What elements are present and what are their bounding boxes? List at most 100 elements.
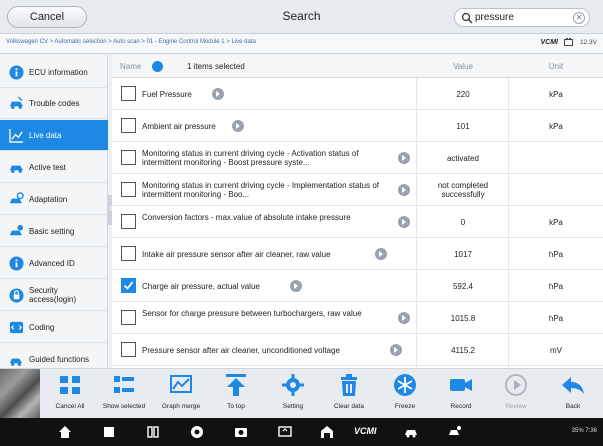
row-checkbox[interactable] [121,86,136,101]
parameter-unit: kPa [549,90,563,99]
row-checkbox-checked[interactable] [121,278,136,293]
parameter-info-icon[interactable] [290,280,302,292]
back-button[interactable]: Back [549,371,597,417]
sidebar-item-adaptation[interactable]: Adaptation [0,184,108,215]
info-icon [9,64,24,80]
battery-icon [564,38,573,46]
vci-logo: VCMI [540,38,559,46]
toolbar-label: To top [227,403,245,410]
clear-data-button[interactable]: Clear data [325,371,373,417]
recents-icon[interactable] [102,425,116,439]
top-bar: Cancel Search pressure ✕ [0,0,603,34]
table-row[interactable]: Intake air pressure sensor after air cle… [112,238,603,270]
sidebar-item-label: Guided functions [29,354,90,364]
chart-line-icon [9,128,24,143]
parameter-info-icon[interactable] [398,184,410,196]
parameter-name: Fuel Pressure [142,90,192,99]
table-row[interactable]: Fuel Pressure 220 kPa [112,78,603,110]
parameter-info-icon[interactable] [398,312,410,324]
cancel-all-button[interactable]: Cancel All [46,371,94,417]
parameter-value: 1017 [454,250,472,259]
column-header-value: Value [453,62,473,71]
sidebar-item-ecu-information[interactable]: ECU information [0,57,108,88]
row-checkbox[interactable] [121,310,136,325]
vci-nav-icon[interactable]: VCMI [354,426,382,440]
toolbar-label: Record [450,403,472,410]
show-selected-button[interactable]: Show selected [100,371,148,417]
sidebar-item-security-access[interactable]: Security access(login) [0,280,108,311]
sidebar-item-live-data[interactable]: Live data [0,120,108,151]
parameter-unit: hPa [548,282,564,291]
garage-home-icon[interactable] [320,425,334,439]
car-setting-icon [9,224,24,235]
voltage-readout: 12.3V [580,38,597,46]
table-row[interactable]: Conversion factors - max.value of absolu… [112,206,603,238]
sidebar-item-basic-setting[interactable]: Basic setting [0,216,108,247]
remote-support-icon[interactable] [448,425,462,439]
table-row[interactable]: Monitoring status in current driving cyc… [112,174,603,206]
parameter-info-icon[interactable] [398,152,410,164]
search-icon [461,12,473,24]
snowflake-icon [394,374,416,396]
parameter-value: 592.4 [452,282,474,291]
car-connect-icon[interactable] [404,425,418,439]
row-checkbox[interactable] [121,342,136,357]
sidebar-item-label: Active test [29,162,66,172]
toolbar-label: Graph merge [161,403,201,410]
sidebar-item-trouble-codes[interactable]: Trouble codes [0,88,108,119]
coding-icon [9,321,24,333]
browser-icon[interactable] [190,425,204,439]
sidebar-item-active-test[interactable]: Active test [0,152,108,183]
parameter-value: 220 [456,90,470,99]
parameter-unit: hPa [548,314,564,323]
clear-search-icon[interactable]: ✕ [573,12,585,24]
guided-icon [9,358,23,366]
parameter-info-icon[interactable] [398,216,410,228]
row-checkbox[interactable] [121,246,136,261]
select-info-icon[interactable] [152,61,163,72]
graph-merge-button[interactable]: Graph merge [157,371,205,417]
parameter-info-icon[interactable] [375,248,387,260]
parameter-name: Ambient air pressure [142,122,216,131]
table-row[interactable]: Sensor for charge pressure between turbo… [112,302,603,334]
home-icon[interactable] [58,425,72,439]
sidebar-item-label: Advanced ID [29,258,75,268]
split-screen-icon[interactable] [146,425,160,439]
toolbar-label: Clear data [334,403,364,410]
camera-icon[interactable] [234,425,248,439]
parameter-name: Pressure sensor after air cleaner, uncon… [142,346,340,355]
row-checkbox[interactable] [121,182,136,197]
table-row[interactable]: Pressure sensor after air cleaner, uncon… [112,334,603,366]
freeze-button[interactable]: Freeze [381,371,429,417]
screen-mirror-icon[interactable] [278,425,292,439]
sidebar-item-advanced-id[interactable]: Advanced ID [0,248,108,279]
parameter-info-icon[interactable] [232,120,244,132]
row-checkbox[interactable] [121,214,136,229]
live-data-table: Name 1 items selected Value Unit Fuel Pr… [112,55,603,368]
info-icon [9,255,24,271]
row-checkbox[interactable] [121,150,136,165]
row-checkbox[interactable] [121,118,136,133]
sidebar-item-label: Adaptation [29,194,68,204]
search-input[interactable]: pressure ✕ [454,8,590,27]
breadcrumb-bar: Volkswagen CV > Automatic selection > Au… [0,34,603,54]
parameter-info-icon[interactable] [212,88,224,100]
sidebar-item-coding[interactable]: Coding [0,312,108,343]
to-top-button[interactable]: To top [212,371,260,417]
search-value: pressure [475,12,514,23]
parameter-name: Conversion factors - max.value of absolu… [142,213,351,222]
table-row[interactable]: Charge air pressure, actual value 592.4 … [112,270,603,302]
toolbar-label: Review [505,403,527,410]
parameter-unit: hPa [548,250,564,259]
table-row[interactable]: Monitoring status in current driving cyc… [112,142,603,174]
car-test-icon [9,165,24,173]
security-icon [9,287,24,303]
system-status: 35% 7:36 [571,428,597,434]
setting-button[interactable]: Setting [269,371,317,417]
sidebar-item-label: ECU information [29,67,88,77]
review-button[interactable]: Review [492,371,540,417]
record-button[interactable]: Record [437,371,485,417]
parameter-info-icon[interactable] [390,344,402,356]
table-row[interactable]: Ambient air pressure 101 kPa [112,110,603,142]
sidebar-item-label: Trouble codes [29,98,80,108]
